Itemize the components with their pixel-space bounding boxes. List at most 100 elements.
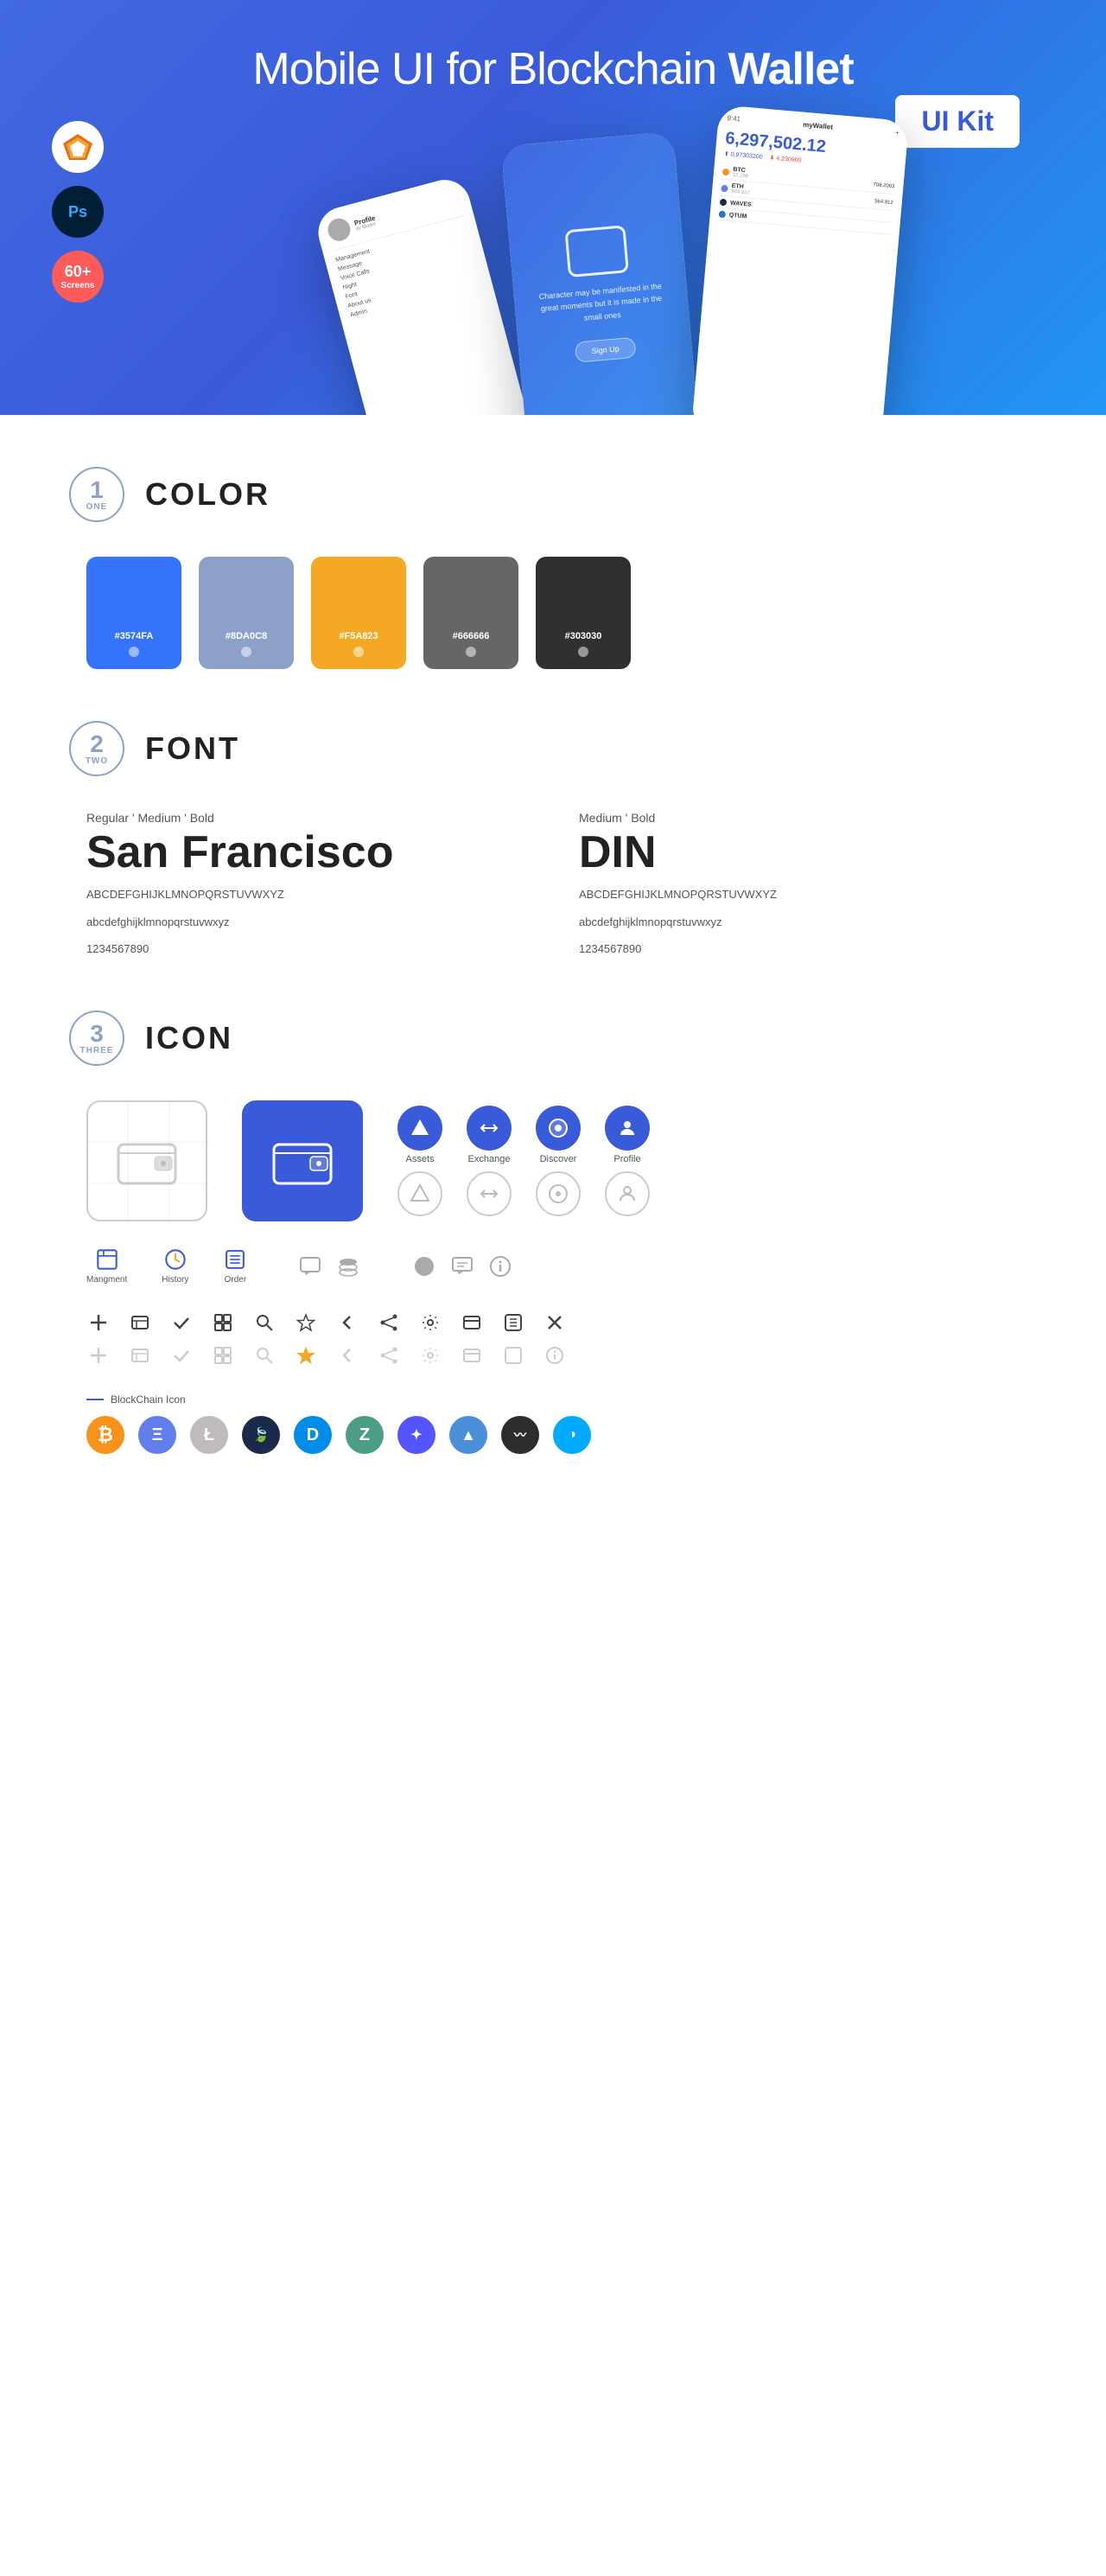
search-icon [252, 1310, 276, 1335]
check-icon [169, 1310, 194, 1335]
din-uppercase: ABCDEFGHIJKLMNOPQRSTUVWXYZ [579, 884, 1037, 904]
settings-icon-ghost [418, 1343, 442, 1368]
color-section-header: 1 ONE COLOR [69, 467, 1037, 522]
history-label: History [162, 1275, 188, 1285]
discover-icon-outline [536, 1171, 581, 1216]
management-icon-group: Mangment [86, 1247, 127, 1285]
discover-icon [536, 1106, 581, 1151]
info-icon-ghost [543, 1343, 567, 1368]
history-icon-group: History [162, 1247, 188, 1285]
phone-mockup-right: 9:41 myWallet + 6,297,502.12 ⬆ 0.9730320… [691, 105, 909, 415]
exchange-icon [467, 1106, 512, 1151]
section-number-3: 3 THREE [69, 1011, 124, 1066]
profile-icon-group: Profile [605, 1106, 650, 1164]
wallet-icons-row: Assets Exchange [86, 1100, 1037, 1221]
hero-title: Mobile UI for Blockchain Wallet [0, 43, 1106, 95]
discover-icon-outline-group [536, 1171, 581, 1216]
ethereum-logo: Ξ [138, 1416, 176, 1454]
sf-lowercase: abcdefghijklmnopqrstuvwxyz [86, 912, 544, 932]
crypto-logos-row: ₿ Ξ Ł 🍃 D Z ✦ ▲ 〰 ◑ [86, 1416, 1037, 1454]
utility-icons-row-1 [86, 1310, 1037, 1335]
card-icon [460, 1310, 484, 1335]
moon-icon [375, 1255, 397, 1278]
font-section-header: 2 TWO FONT [69, 721, 1037, 776]
exchange-icon-outline-group [467, 1171, 512, 1216]
sf-uppercase: ABCDEFGHIJKLMNOPQRSTUVWXYZ [86, 884, 544, 904]
edit-icon [128, 1310, 152, 1335]
color-swatch-orange: #F5A823 [311, 557, 406, 669]
exchange-icon-group: Exchange [467, 1106, 512, 1164]
phones-container: Profile AI Model Management Message Voic… [130, 121, 1106, 415]
blockchain-label-text: BlockChain Icon [111, 1393, 186, 1406]
section-number-2: 2 TWO [69, 721, 124, 776]
litecoin-logo: Ł [190, 1416, 228, 1454]
color-swatch-black: #303030 [536, 557, 631, 669]
order-label: Order [225, 1275, 247, 1285]
assets-icon-group: Assets [397, 1106, 442, 1164]
search-icon-ghost [252, 1343, 276, 1368]
order-icon [223, 1247, 247, 1272]
main-content: 1 ONE COLOR #3574FA #8DA0C8 #F5A823 #666… [0, 415, 1106, 1506]
dfinity-logo: ✦ [397, 1416, 435, 1454]
icon-title: ICON [145, 1020, 233, 1056]
color-swatch-blue: #3574FA [86, 557, 181, 669]
grid-icon [211, 1310, 235, 1335]
plus-icon-ghost [86, 1343, 111, 1368]
wallet-filled-icon [272, 1138, 333, 1185]
profile-label: Profile [613, 1154, 640, 1164]
sf-name: San Francisco [86, 828, 544, 877]
din-numbers: 1234567890 [579, 939, 1037, 959]
discover-icon-group: Discover [536, 1106, 581, 1164]
wallet-icon-outline-box [86, 1100, 207, 1221]
profile-icon-outline-group [605, 1171, 650, 1216]
screens-badge: 60+ Screens [52, 251, 104, 303]
aion-logo: ▲ [449, 1416, 487, 1454]
info-icon [489, 1255, 512, 1278]
chevron-left-icon-ghost [335, 1343, 359, 1368]
chat-icon [299, 1255, 321, 1278]
dash-logo: D [294, 1416, 332, 1454]
card-icon-ghost [460, 1343, 484, 1368]
utility-icons-row-2 [86, 1343, 1037, 1368]
nav-icons-group: Assets Exchange [397, 1106, 650, 1216]
font-din: Medium ' Bold DIN ABCDEFGHIJKLMNOPQRSTUV… [579, 811, 1037, 959]
zcash-logo: Z [346, 1416, 384, 1454]
din-style-label: Medium ' Bold [579, 811, 1037, 825]
swap-icon [501, 1310, 525, 1335]
color-swatches: #3574FA #8DA0C8 #F5A823 #666666 #303030 [86, 557, 1037, 669]
circle-dot-icon [413, 1255, 435, 1278]
stellar-logo: ◑ [553, 1416, 591, 1454]
exchange-icon-outline [467, 1171, 512, 1216]
din-lowercase: abcdefghijklmnopqrstuvwxyz [579, 912, 1037, 932]
share-icon-ghost [377, 1343, 401, 1368]
profile-icon [605, 1106, 650, 1151]
color-swatch-dark-gray: #666666 [423, 557, 518, 669]
chat-box-icon [451, 1255, 474, 1278]
history-icon [163, 1247, 188, 1272]
assets-label: Assets [405, 1154, 434, 1164]
star-icon [294, 1310, 318, 1335]
star-filled-icon [294, 1343, 318, 1368]
blockchain-label-line [86, 1399, 104, 1400]
bitcoin-logo: ₿ [86, 1416, 124, 1454]
assets-icon-outline [397, 1171, 442, 1216]
blockchain-label: BlockChain Icon [86, 1393, 1037, 1406]
management-label: Mangment [86, 1275, 127, 1285]
icon-section-content: Assets Exchange [86, 1100, 1037, 1454]
phone-mockup-center: Character may be manifested in the great… [501, 131, 701, 415]
gxchain-logo: 〰 [501, 1416, 539, 1454]
chevron-left-icon [335, 1310, 359, 1335]
font-sf: Regular ' Medium ' Bold San Francisco AB… [86, 811, 544, 959]
plus-icon [86, 1310, 111, 1335]
edit-icon-ghost [128, 1343, 152, 1368]
share-icon [377, 1310, 401, 1335]
profile-icon-outline [605, 1171, 650, 1216]
wallet-icon-filled-box [242, 1100, 363, 1221]
discover-label: Discover [540, 1154, 577, 1164]
bottom-nav-row: Mangment History Order [86, 1247, 1037, 1285]
management-icon [95, 1247, 119, 1272]
sf-numbers: 1234567890 [86, 939, 544, 959]
section-number-1: 1 ONE [69, 467, 124, 522]
color-title: COLOR [145, 476, 270, 513]
exchange-label: Exchange [468, 1154, 511, 1164]
